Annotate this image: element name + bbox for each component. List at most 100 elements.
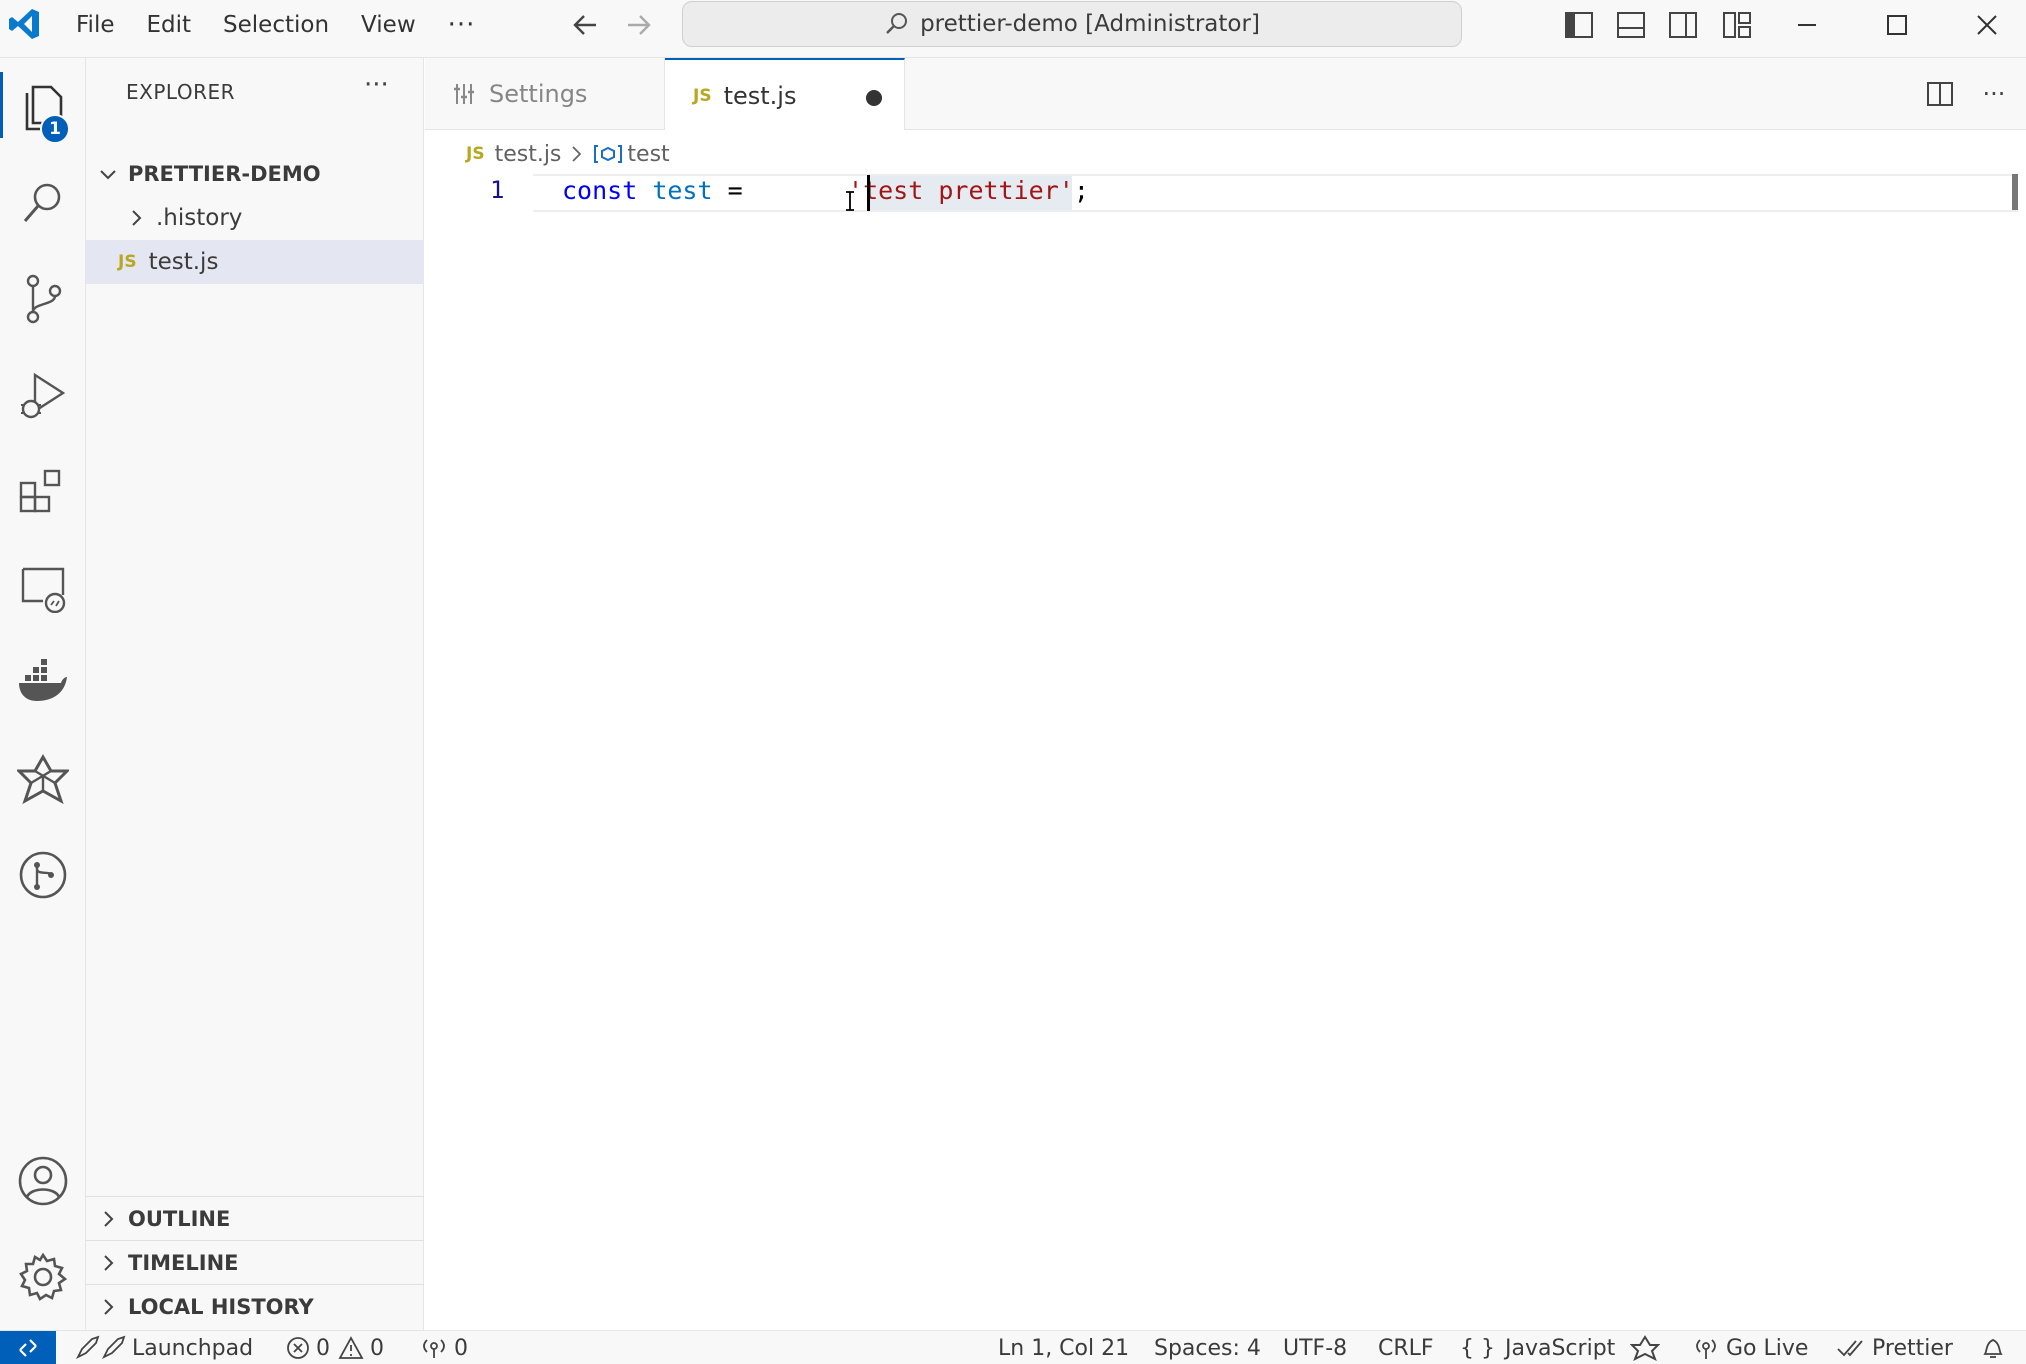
go-live-button[interactable]: Go Live — [1692, 1331, 1808, 1364]
toggle-primary-sidebar-icon[interactable] — [1562, 9, 1596, 41]
gitlens-status-button[interactable] — [1630, 1331, 1666, 1364]
source-control-icon — [26, 274, 62, 324]
remote-icon — [19, 1338, 37, 1357]
editor-more-actions-icon[interactable]: ··· — [1977, 78, 2011, 110]
menu-selection[interactable]: Selection — [207, 0, 345, 50]
menu-view[interactable]: View — [345, 0, 432, 50]
local-history-panel-header[interactable]: LOCAL HISTORY — [86, 1284, 424, 1328]
gitlens-icon — [17, 753, 69, 805]
vscode-logo-icon — [9, 9, 39, 39]
chevron-right-icon — [124, 206, 148, 230]
activity-remote-explorer[interactable] — [0, 544, 86, 630]
minimize-button[interactable] — [1764, 0, 1850, 50]
command-center-search[interactable]: prettier-demo [Administrator] — [682, 1, 1462, 47]
activity-gitlens-inspect[interactable] — [0, 736, 86, 822]
search-icon — [23, 183, 61, 222]
tree-item-test-js[interactable]: JS test.js — [86, 240, 424, 284]
eol-button[interactable]: CRLF — [1378, 1331, 1434, 1364]
menu-edit[interactable]: Edit — [131, 0, 208, 50]
title-bar: File Edit Selection View ··· prettier-de… — [0, 0, 2026, 58]
sidebar-title: EXPLORER — [126, 80, 235, 104]
code-editor[interactable] — [425, 130, 2026, 1330]
braces-icon: { } — [1460, 1335, 1495, 1361]
tree-item-label: .history — [156, 205, 243, 231]
account-icon — [18, 1156, 68, 1206]
close-button[interactable] — [1944, 0, 2026, 50]
variable-symbol-icon — [594, 145, 623, 163]
cursor-position-button[interactable]: Ln 1, Col 21 — [998, 1331, 1129, 1364]
scrollbar-position-marker[interactable] — [2012, 174, 2018, 210]
tab-settings[interactable]: Settings — [425, 58, 665, 130]
activity-search[interactable] — [0, 160, 86, 246]
prettier-status-button[interactable]: Prettier — [1836, 1331, 1953, 1364]
menu-file[interactable]: File — [60, 0, 131, 50]
code-identifier: test — [652, 176, 713, 205]
chevron-right-icon — [96, 1251, 120, 1275]
folder-label: PRETTIER-DEMO — [128, 162, 321, 186]
activity-explorer[interactable]: 1 — [0, 62, 86, 148]
chevron-down-icon — [96, 162, 120, 186]
toggle-secondary-sidebar-icon[interactable] — [1666, 9, 1700, 41]
explorer-badge: 1 — [40, 114, 70, 144]
activity-source-control[interactable] — [0, 256, 86, 342]
breadcrumb-file[interactable]: test.js — [495, 142, 562, 167]
maximize-button[interactable] — [1854, 0, 1940, 50]
activity-gitlens[interactable] — [0, 832, 86, 918]
bell-icon — [1983, 1339, 2003, 1358]
chevron-right-icon — [96, 1295, 120, 1319]
launchpad-button[interactable]: Launchpad — [74, 1331, 253, 1364]
run-debug-icon — [21, 372, 66, 419]
code-line[interactable]: const test = 'test prettier'; — [562, 176, 1089, 205]
prettier-label: Prettier — [1872, 1335, 1953, 1361]
double-check-icon — [1837, 1340, 1863, 1357]
activity-bar: 1 — [0, 58, 86, 1330]
error-count: 0 — [316, 1335, 330, 1361]
error-icon — [287, 1337, 309, 1359]
folder-prettier-demo[interactable]: PRETTIER-DEMO — [86, 152, 424, 196]
panel-label: TIMELINE — [128, 1250, 239, 1275]
activity-docker[interactable] — [0, 640, 86, 726]
forward-arrow-icon[interactable] — [620, 10, 656, 40]
maximize-icon — [1887, 15, 1907, 35]
timeline-panel-header[interactable]: TIMELINE — [86, 1240, 424, 1284]
search-icon — [886, 13, 908, 34]
activity-extensions[interactable] — [0, 448, 86, 534]
outline-panel-header[interactable]: OUTLINE — [86, 1196, 424, 1240]
warning-icon — [338, 1336, 364, 1359]
tree-item-history[interactable]: .history — [86, 196, 424, 240]
menu-bar: File Edit Selection View ··· — [60, 0, 491, 50]
indentation-button[interactable]: Spaces: 4 — [1154, 1331, 1261, 1364]
code-keyword: const — [562, 176, 638, 205]
line-number: 1 — [490, 176, 505, 204]
javascript-file-icon: JS — [466, 144, 485, 164]
tree-item-label: test.js — [148, 249, 219, 275]
activity-accounts[interactable] — [0, 1138, 86, 1224]
language-mode-button[interactable]: { } JavaScript — [1460, 1331, 1615, 1364]
code-terminator: ; — [1073, 176, 1089, 205]
settings-sliders-icon — [454, 84, 474, 104]
customize-layout-icon[interactable] — [1720, 9, 1754, 41]
split-editor-button[interactable] — [1923, 78, 1957, 110]
notifications-button[interactable] — [1980, 1331, 2012, 1364]
sidebar-more-icon[interactable]: ··· — [364, 70, 389, 100]
remote-indicator-button[interactable] — [0, 1330, 56, 1364]
breadcrumb-symbol[interactable]: test — [627, 142, 669, 167]
rocket-icon — [75, 1335, 126, 1360]
ibeam-cursor-icon — [846, 191, 854, 211]
explorer-sidebar: EXPLORER ··· PRETTIER-DEMO .history JS t… — [86, 58, 424, 1330]
unsaved-changes-dot-icon[interactable] — [866, 90, 882, 106]
chevron-right-icon — [96, 1207, 120, 1231]
panel-label: LOCAL HISTORY — [128, 1294, 314, 1319]
ports-button[interactable]: 0 — [420, 1331, 468, 1364]
tab-test-js[interactable]: JS test.js — [665, 58, 905, 131]
activity-run-debug[interactable] — [0, 352, 86, 438]
menu-more-icon[interactable]: ··· — [432, 10, 492, 40]
encoding-button[interactable]: UTF-8 — [1283, 1331, 1347, 1364]
problems-button[interactable]: 0 0 — [286, 1331, 384, 1364]
back-arrow-icon[interactable] — [568, 10, 604, 40]
activity-manage[interactable] — [0, 1234, 86, 1320]
launchpad-label: Launchpad — [132, 1335, 254, 1361]
toggle-panel-icon[interactable] — [1614, 9, 1648, 41]
text-cursor — [867, 175, 870, 211]
language-label: JavaScript — [1505, 1335, 1616, 1361]
